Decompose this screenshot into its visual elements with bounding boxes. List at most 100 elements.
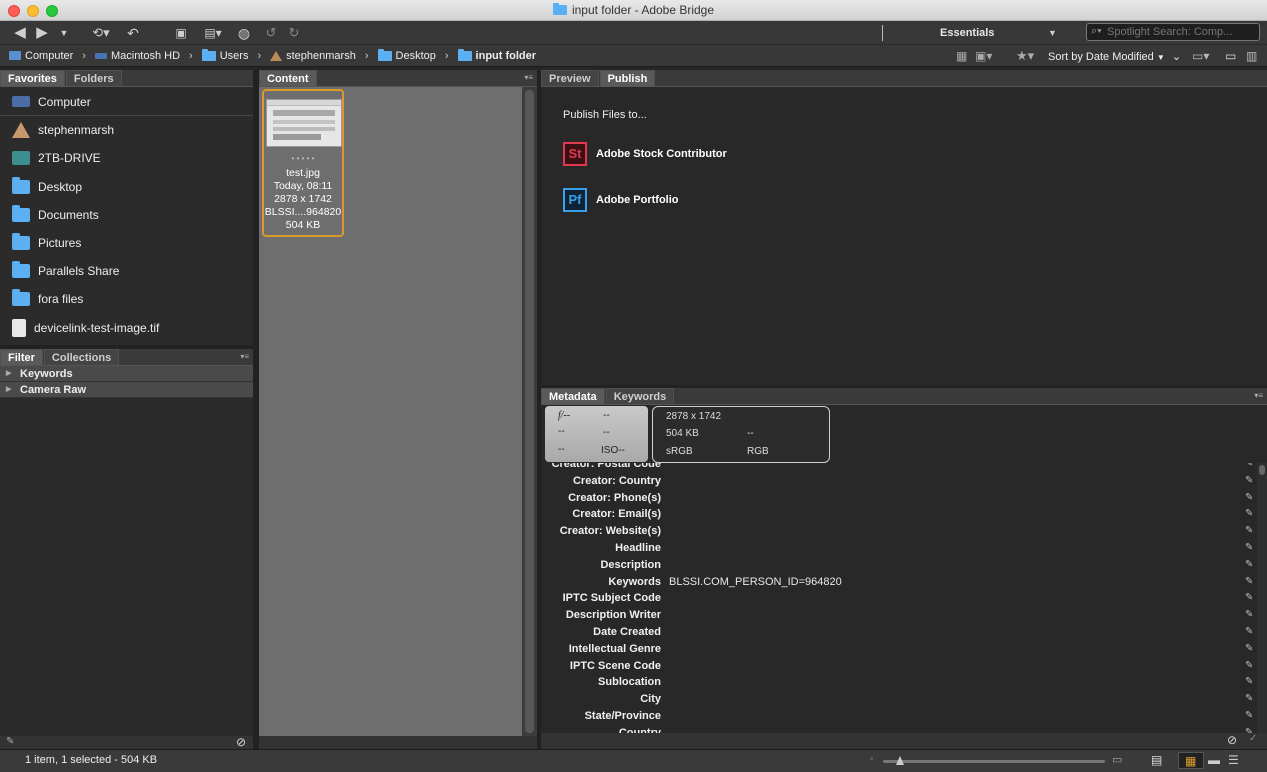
sort-dropdown[interactable]: Sort by Date Modified ▼ ⌄ (1048, 50, 1181, 63)
edit-pencil-icon[interactable]: ✎ (1245, 508, 1253, 519)
favorite-item-fora[interactable]: fora files (0, 285, 253, 313)
metadata-row[interactable]: Description Writer ✎ (541, 607, 1254, 624)
get-photos-icon[interactable]: ▣ (172, 24, 190, 42)
metadata-row[interactable]: Intellectual Genre ✎ (541, 641, 1254, 658)
edit-pencil-icon[interactable]: ✎ (1245, 592, 1253, 603)
edit-pencil-icon[interactable]: ✎ (1245, 542, 1253, 553)
lock-grid-icon[interactable]: ▤ (1151, 753, 1162, 767)
edit-pencil-icon[interactable]: ✎ (1245, 525, 1253, 536)
sort-direction-icon[interactable]: ⌄ (1172, 51, 1181, 63)
tab-content[interactable]: Content (259, 70, 317, 86)
metadata-row[interactable]: Date Created ✎ (541, 624, 1254, 641)
publish-target-portfolio[interactable]: Pf Adobe Portfolio (563, 188, 679, 212)
favorite-item-drive[interactable]: 2TB-DRIVE (0, 144, 253, 172)
clear-metadata-icon[interactable]: ⊘ (1227, 733, 1237, 747)
tab-folders[interactable]: Folders (65, 70, 122, 86)
rotate-left-icon[interactable]: ↺ (264, 24, 278, 42)
history-dropdown-icon[interactable]: ▼ (58, 24, 70, 42)
workspace-switcher[interactable]: Essentials ▼ (890, 24, 1060, 42)
metadata-row[interactable]: Creator: Postal Code ✎ (541, 463, 1254, 473)
edit-pencil-icon[interactable]: ✎ (1245, 693, 1253, 704)
favorite-item-home[interactable]: stephenmarsh (0, 116, 253, 144)
details-view-icon[interactable]: ▬ (1208, 753, 1220, 767)
tab-metadata[interactable]: Metadata (541, 388, 605, 404)
edit-pencil-icon[interactable]: ✎ (1245, 609, 1253, 620)
metadata-row[interactable]: IPTC Subject Code ✎ (541, 590, 1254, 607)
metadata-row[interactable]: State/Province ✎ (541, 708, 1254, 725)
refine-icon[interactable]: ▤▾ (199, 24, 227, 42)
breadcrumb-input-folder[interactable]: input folder (457, 48, 536, 62)
favorite-item-tif[interactable]: devicelink-test-image.tif (0, 314, 253, 342)
breadcrumb-users[interactable]: Users (201, 48, 248, 62)
pin-icon[interactable]: ✎ (6, 736, 14, 747)
edit-pencil-icon[interactable]: ✎ (1245, 626, 1253, 637)
tab-preview[interactable]: Preview (541, 70, 599, 86)
metadata-row[interactable]: Headline ✎ (541, 540, 1254, 557)
metadata-row[interactable]: Keywords BLSSI.COM_PERSON_ID=964820 ✎ (541, 574, 1254, 591)
clear-filter-icon[interactable]: ⊘ (236, 735, 246, 749)
breadcrumb-stephenmarsh[interactable]: stephenmarsh (270, 50, 356, 62)
delete-icon[interactable]: ▥ (1246, 49, 1257, 63)
breadcrumb-macintosh-hd[interactable]: Macintosh HD (94, 50, 180, 62)
breadcrumb-desktop[interactable]: Desktop (377, 48, 436, 62)
edit-pencil-icon[interactable]: ✎ (1245, 475, 1253, 486)
breadcrumb-computer[interactable]: Computer (9, 50, 73, 62)
rotate-right-icon[interactable]: ↻ (287, 24, 301, 42)
metadata-row[interactable]: IPTC Scene Code ✎ (541, 658, 1254, 675)
panel-menu-icon[interactable]: ▾≡ (1254, 391, 1263, 400)
tab-favorites[interactable]: Favorites (0, 70, 65, 86)
tab-publish[interactable]: Publish (599, 70, 656, 86)
edit-pencil-icon[interactable]: ✎ (1245, 576, 1253, 587)
edit-pencil-icon[interactable]: ✎ (1245, 559, 1253, 570)
favorite-item-parallels[interactable]: Parallels Share (0, 257, 253, 285)
metadata-scrollbar[interactable] (1257, 463, 1267, 733)
thumbnail-size-slider[interactable] (883, 760, 1105, 763)
star-filter-icon[interactable]: ★▾ (1016, 48, 1034, 64)
thumbnail-view-button[interactable]: ▦ (1178, 752, 1204, 769)
spotlight-search-input[interactable]: Spotlight Search: Comp... (1086, 23, 1260, 41)
metadata-row[interactable]: City ✎ (541, 691, 1254, 708)
favorite-item-documents[interactable]: Documents (0, 201, 253, 229)
panel-menu-icon[interactable]: ▾≡ (240, 352, 249, 361)
metadata-row[interactable]: Creator: Email(s) ✎ (541, 506, 1254, 523)
tab-collections[interactable]: Collections (43, 349, 120, 365)
metadata-row[interactable]: Creator: Phone(s) ✎ (541, 490, 1254, 507)
thumbnail-quality-icon[interactable]: ▦ (956, 49, 967, 63)
edit-pencil-icon[interactable]: ✎ (1245, 676, 1253, 687)
panel-menu-icon[interactable]: ▾≡ (524, 73, 533, 82)
view-options-icon[interactable]: ▣▾ (975, 49, 992, 63)
edit-pencil-icon[interactable]: ✎ (1245, 710, 1253, 721)
boomerang-icon[interactable]: ↶ (126, 24, 140, 42)
open-in-camera-raw-icon[interactable]: ◍ (235, 24, 253, 42)
edit-pencil-icon[interactable]: ✎ (1245, 492, 1253, 503)
edit-pencil-icon[interactable]: ✎ (1245, 463, 1253, 469)
open-recent-folder-icon[interactable]: ▭▾ (1192, 49, 1209, 63)
metadata-row[interactable]: Creator: Website(s) ✎ (541, 523, 1254, 540)
metadata-row[interactable]: Creator: Country ✎ (541, 473, 1254, 490)
thumbnail-rating[interactable]: • • • • • (264, 152, 342, 165)
edit-pencil-icon[interactable]: ✎ (1245, 643, 1253, 654)
content-scrollbar[interactable] (522, 87, 537, 736)
new-folder-icon[interactable]: ▭ (1225, 49, 1236, 63)
tab-filter[interactable]: Filter (0, 349, 43, 365)
metadata-row[interactable]: Sublocation ✎ (541, 674, 1254, 691)
metadata-row[interactable]: Description ✎ (541, 557, 1254, 574)
metadata-value[interactable]: BLSSI.COM_PERSON_ID=964820 (669, 574, 842, 591)
reveal-recent-icon[interactable]: ⟲▾ (88, 24, 114, 42)
filter-row-camera-raw[interactable]: Camera Raw (0, 382, 253, 398)
apply-icon[interactable]: ✓ (1249, 733, 1257, 744)
favorite-item-pictures[interactable]: Pictures (0, 229, 253, 257)
favorite-item-computer[interactable]: Computer (0, 88, 253, 117)
edit-pencil-icon[interactable]: ✎ (1245, 660, 1253, 671)
tab-keywords[interactable]: Keywords (605, 388, 675, 404)
scrollbar-thumb[interactable] (1259, 465, 1265, 475)
forward-arrow-icon[interactable]: ▶ (34, 24, 50, 42)
filter-row-keywords[interactable]: Keywords (0, 366, 253, 382)
scrollbar-thumb[interactable] (525, 90, 534, 733)
back-arrow-icon[interactable]: ◀ (12, 24, 28, 42)
list-view-icon[interactable]: ☰ (1228, 753, 1239, 767)
publish-target-stock[interactable]: St Adobe Stock Contributor (563, 142, 727, 166)
thumbnail-item[interactable]: • • • • • test.jpg Today, 08:11 2878 x 1… (262, 89, 344, 237)
metadata-row[interactable]: Country ✎ (541, 725, 1254, 733)
favorite-item-desktop[interactable]: Desktop (0, 173, 253, 201)
